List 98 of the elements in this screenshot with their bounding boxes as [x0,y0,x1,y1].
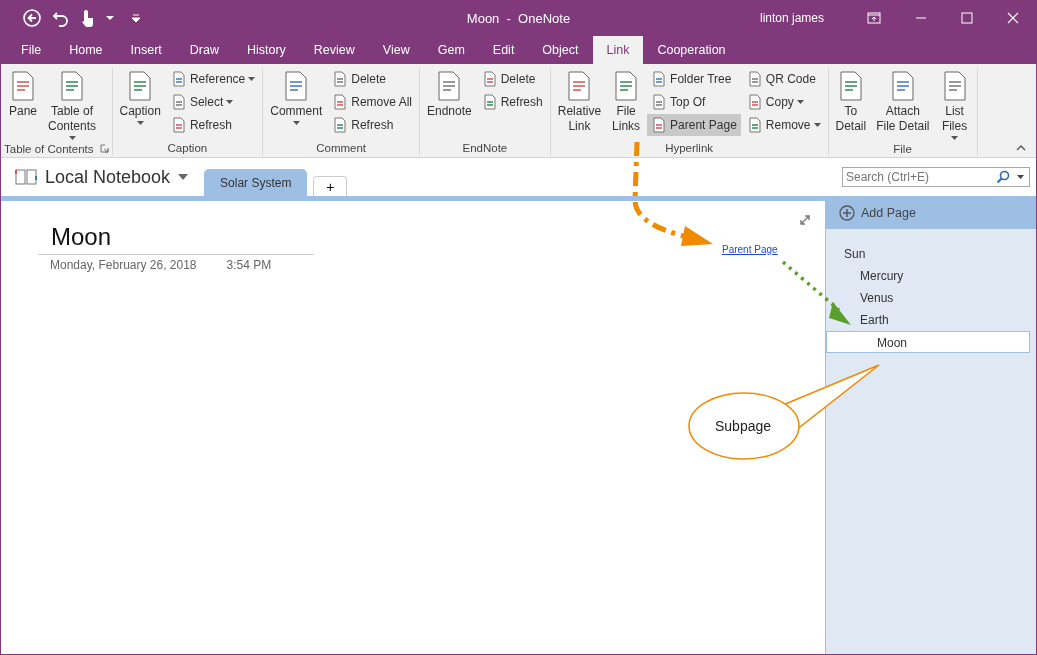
caret-icon[interactable] [1017,175,1024,179]
ribbon-button[interactable]: Attach File Detail [872,68,934,142]
notebook-dropdown[interactable]: Local Notebook [43,166,199,188]
document-icon [651,117,668,133]
page-list-item[interactable]: Venus [826,287,1036,309]
window-title: Moon - OneNote [465,10,572,26]
ribbon-button[interactable]: Endnote [423,68,476,141]
group-label: Table of Contents [4,142,94,155]
user-name[interactable]: linton james [759,11,824,25]
add-icon [839,204,855,221]
dialog-launcher-icon[interactable] [99,144,109,153]
caret-icon [248,77,256,81]
ribbon-tab[interactable]: Object [528,36,593,64]
ribbon-tab[interactable]: Cooperation [643,36,740,64]
document-icon [746,94,763,110]
ribbon-button[interactable]: Relative Link [553,68,606,141]
document-icon [332,71,349,87]
page-list-item[interactable]: Earth [826,309,1036,331]
customize-icon[interactable] [132,14,140,22]
caret-icon [136,121,144,125]
ribbon-button[interactable]: Remove All [328,91,416,113]
ribbon-button[interactable]: Comment [266,68,327,141]
caret-icon [292,121,300,125]
ribbon-button[interactable]: Parent Page [647,114,741,136]
ribbon-button[interactable]: Delete [328,68,416,90]
search-field[interactable]: Search (Ctrl+E) [842,167,1030,187]
close-icon[interactable] [1007,12,1019,24]
maximize-icon[interactable] [961,12,973,24]
dotted-arrow [781,260,851,325]
search-icon[interactable] [996,170,1010,184]
ribbon-button[interactable]: Reference [166,68,260,90]
caret-icon [796,100,804,104]
expand-icon[interactable] [799,214,811,226]
ribbon-tab[interactable]: View [368,36,424,64]
touch-icon[interactable] [80,8,96,28]
caret-icon [226,100,234,104]
document-icon [481,71,498,87]
document-icon [170,94,187,110]
group-label: File [893,142,912,155]
ribbon-button[interactable]: Top Of [647,91,741,113]
document-icon [332,117,349,133]
ribbon-button[interactable]: Folder Tree [647,68,741,90]
ribbon-tab[interactable]: File [7,36,56,64]
ribbon-tab[interactable]: History [232,36,300,64]
ribbon-button[interactable]: Select [166,91,260,113]
ribbon-button[interactable]: Remove [742,114,825,136]
document-icon [746,117,763,133]
document-icon [651,71,668,87]
back-icon[interactable] [22,8,42,28]
section-tab[interactable]: Solar System [204,169,308,196]
ribbon-button[interactable]: Pane [4,68,42,142]
caret-icon [178,174,189,180]
ribbon-button[interactable]: Caption [115,68,165,141]
undo-icon[interactable] [52,9,70,27]
group-label: Caption [167,142,208,154]
ribbon-display-icon[interactable] [867,12,881,24]
ribbon-button[interactable]: Copy [742,91,825,113]
caret-icon [68,136,76,140]
add-section-tab[interactable]: + [313,176,348,196]
ribbon-tab[interactable]: Review [299,36,369,64]
ribbon-button[interactable]: QR Code [742,68,825,90]
ribbon-button[interactable]: Refresh [477,91,547,113]
caret-icon [951,136,959,140]
ribbon-tab[interactable]: Draw [175,36,233,64]
document-icon [481,94,498,110]
callout-text: Subpage [715,418,772,434]
document-icon [332,94,349,110]
document-icon [746,71,763,87]
ribbon-tab[interactable]: Insert [116,36,176,64]
page-time: 3:54 PM [226,258,272,272]
group-label: EndNote [462,142,508,154]
ribbon-tab[interactable]: Gem [423,36,479,64]
document-icon [170,117,187,133]
collapse-ribbon-icon[interactable] [1016,145,1026,151]
ribbon-button[interactable]: List Files [935,68,974,142]
notebook-icon [15,168,37,186]
page-list-item[interactable]: Sun [826,243,1036,265]
page-list-item[interactable]: Mercury [826,265,1036,287]
parent-page-link[interactable]: Parent Page [722,244,778,255]
page-date: Monday, February 26, 2018 [50,258,197,272]
add-page-button[interactable]: Add Page [826,196,1036,229]
document-icon [651,94,668,110]
group-label: Comment [316,142,367,154]
document-icon [170,71,187,87]
ribbon-button[interactable]: Refresh [166,114,260,136]
ribbon-tab[interactable]: Home [55,36,117,64]
ribbon-button[interactable]: Refresh [328,114,416,136]
ribbon-tab[interactable]: Link [592,36,644,64]
ribbon-button[interactable]: Delete [477,68,547,90]
ribbon-button[interactable]: To Detail [831,68,871,142]
caret-icon [813,123,821,127]
ribbon-tab[interactable]: Edit [478,36,529,64]
ribbon-button[interactable]: File Links [607,68,646,141]
page-title[interactable]: Moon [51,223,112,251]
group-label: Hyperlink [665,142,714,154]
ribbon-button[interactable]: Table of Contents [44,68,101,142]
caret-icon[interactable] [106,15,114,21]
page-list-item[interactable]: Moon [826,331,1030,353]
